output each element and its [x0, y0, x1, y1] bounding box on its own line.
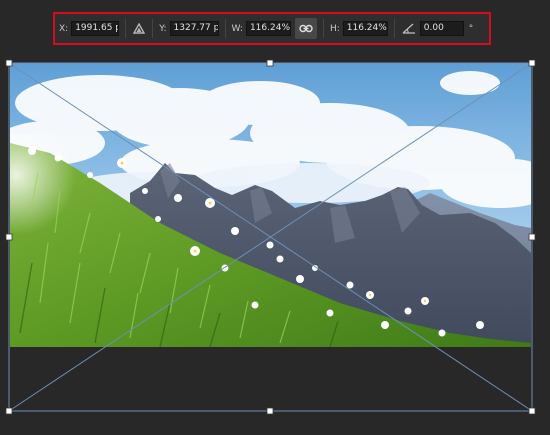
document-canvas: X: 1991.65 px Y: 1327.77 px W: 116.24% H… — [0, 0, 550, 435]
transform-handle-bottom-right[interactable] — [528, 407, 536, 415]
transform-bounding-box[interactable] — [0, 0, 550, 435]
transform-handle-top-left[interactable] — [5, 59, 13, 67]
transform-handle-right[interactable] — [528, 233, 536, 241]
transform-handle-top-right[interactable] — [528, 59, 536, 67]
transform-handle-left[interactable] — [5, 233, 13, 241]
transform-handle-top[interactable] — [266, 59, 274, 67]
transform-handle-bottom[interactable] — [266, 407, 274, 415]
transform-handle-bottom-left[interactable] — [5, 407, 13, 415]
